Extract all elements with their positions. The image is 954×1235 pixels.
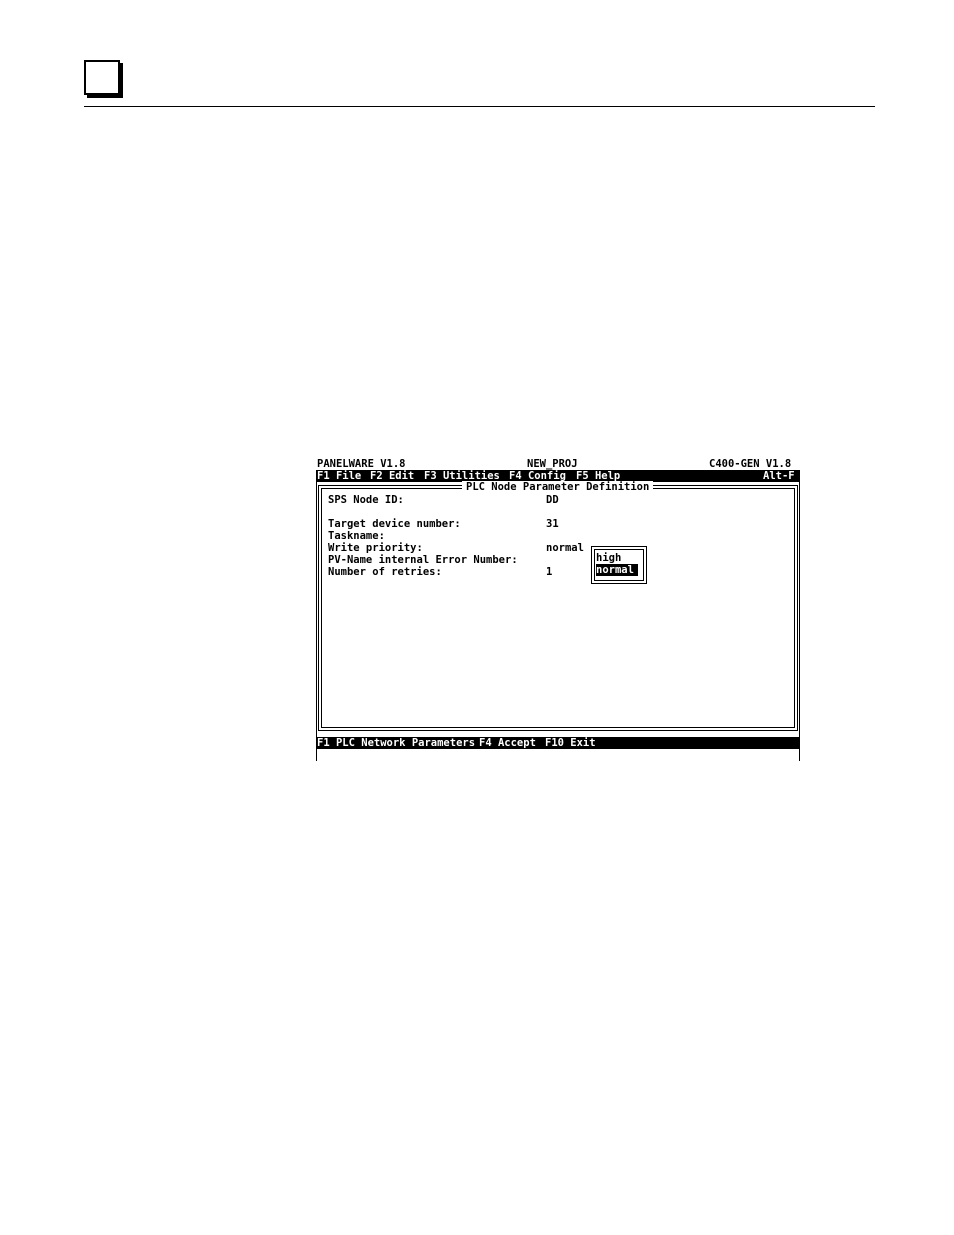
field-label-retries: Number of retries:: [328, 566, 442, 578]
key-accept[interactable]: F4 Accept: [479, 737, 536, 749]
priority-popup-inner: high normal: [594, 549, 644, 581]
project-name: NEW_PROJ: [527, 458, 578, 470]
field-label-taskname: Taskname:: [328, 530, 385, 542]
key-exit[interactable]: F10 Exit: [545, 737, 596, 749]
priority-option-high[interactable]: high: [596, 552, 625, 564]
field-label-target-device: Target device number:: [328, 518, 461, 530]
key-plc-network-parameters[interactable]: F1 PLC Network Parameters: [317, 737, 475, 749]
menu-shortcut: Alt-F: [763, 470, 795, 482]
field-label-pv-name-error: PV-Name internal Error Number:: [328, 554, 518, 566]
menu-edit[interactable]: F2 Edit: [370, 470, 414, 482]
menu-file[interactable]: F1 File: [317, 470, 361, 482]
field-value-sps-node-id[interactable]: DD: [546, 494, 559, 506]
field-value-write-priority[interactable]: normal: [546, 542, 584, 554]
page-header-rule: [84, 106, 875, 107]
status-bar: F1 PLC Network Parameters F4 Accept F10 …: [316, 737, 800, 749]
target-name: C400-GEN V1.8: [709, 458, 792, 470]
field-value-retries[interactable]: 1: [546, 566, 552, 578]
dialog-title: PLC Node Parameter Definition: [462, 481, 654, 493]
screen-left-edge: [316, 482, 317, 761]
field-label-sps-node-id: SPS Node ID:: [328, 494, 404, 506]
title-bar: PANELWARE V1.8 NEW_PROJ C400-GEN V1.8: [316, 458, 800, 470]
screen-right-edge: [799, 482, 800, 761]
panelware-screen: PANELWARE V1.8 NEW_PROJ C400-GEN V1.8 F1…: [316, 458, 800, 761]
page-corner-box: [84, 60, 120, 95]
field-label-write-priority: Write priority:: [328, 542, 423, 554]
priority-option-normal[interactable]: normal: [596, 564, 638, 576]
field-value-target-device[interactable]: 31: [546, 518, 559, 530]
app-title: PANELWARE V1.8: [317, 458, 406, 470]
priority-popup: high normal: [591, 546, 647, 584]
